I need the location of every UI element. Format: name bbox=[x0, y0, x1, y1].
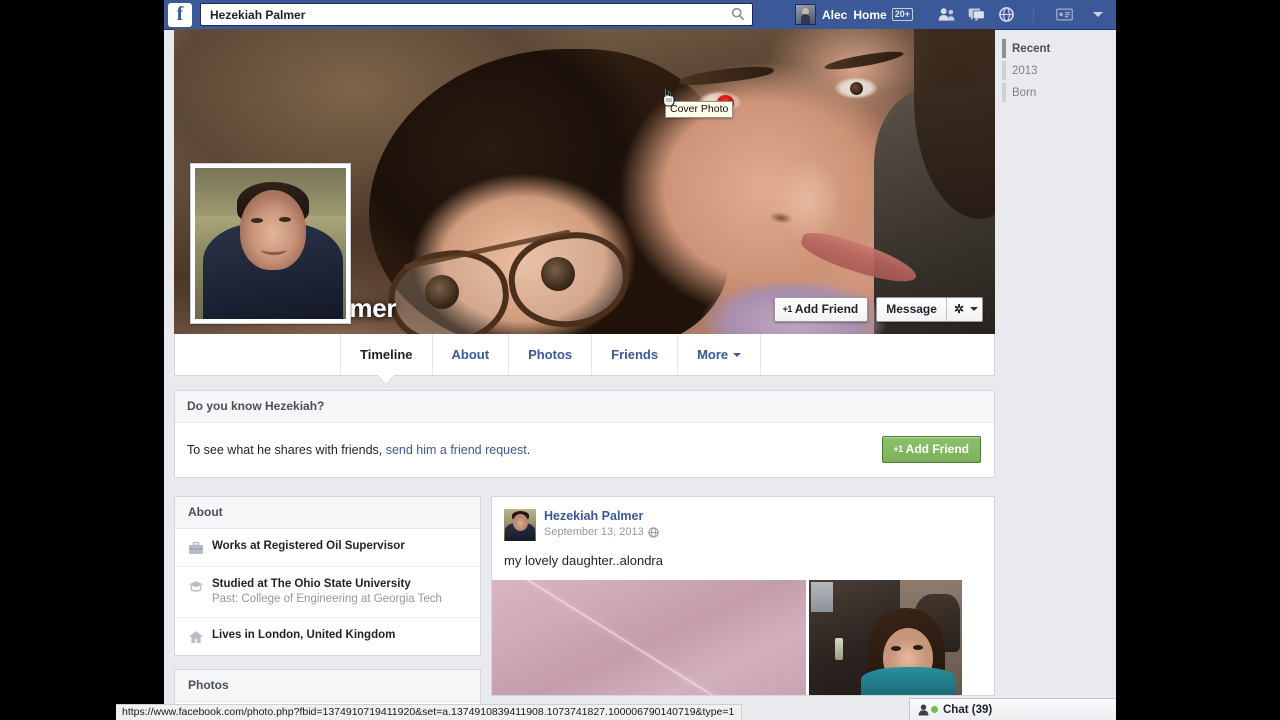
add-friend-label: Add Friend bbox=[794, 302, 859, 316]
account-settings-icon[interactable] bbox=[1056, 7, 1073, 22]
tab-about-label: About bbox=[451, 347, 490, 362]
photos-card: Photos bbox=[174, 669, 481, 720]
timeline-nav-born-label: Born bbox=[1012, 87, 1037, 99]
messages-icon[interactable] bbox=[968, 7, 985, 22]
gear-icon: ✲ bbox=[953, 302, 964, 316]
graduation-icon bbox=[189, 581, 203, 592]
do-you-know-header: Do you know Hezekiah? bbox=[175, 391, 994, 423]
cover-action-buttons: +1 Add Friend Message ✲ bbox=[773, 297, 983, 322]
about-row-location[interactable]: Lives in London, United Kingdom bbox=[175, 618, 480, 655]
chat-label: Chat (39) bbox=[943, 703, 993, 716]
topbar-divider bbox=[1032, 6, 1034, 23]
do-you-know-text: To see what he shares with friends, send… bbox=[187, 443, 530, 457]
tab-about[interactable]: About bbox=[433, 334, 510, 375]
post-meta: September 13, 2013 bbox=[544, 526, 659, 538]
about-location-text: Lives in London, United Kingdom bbox=[212, 628, 395, 643]
post-author-block: Hezekiah Palmer September 13, 2013 bbox=[544, 509, 659, 541]
message-button[interactable]: Message bbox=[877, 298, 946, 321]
post-date[interactable]: September 13, 2013 bbox=[544, 526, 644, 538]
timeline-nav-born[interactable]: Born bbox=[1002, 82, 1102, 104]
about-row-work[interactable]: Works at Registered Oil Supervisor bbox=[175, 529, 480, 567]
tab-photos[interactable]: Photos bbox=[509, 334, 593, 375]
about-education-sub: Past: College of Engineering at Georgia … bbox=[212, 593, 442, 605]
add-friend-button-card[interactable]: +1 Add Friend bbox=[882, 436, 981, 463]
facebook-top-bar: f Alec Home 20+ bbox=[164, 0, 1116, 30]
browser-viewport: f Alec Home 20+ bbox=[164, 0, 1116, 720]
timeline-nav-bar bbox=[1002, 61, 1006, 80]
profile-picture-image bbox=[195, 168, 346, 319]
message-button-group: Message ✲ bbox=[876, 297, 983, 322]
globe-public-icon[interactable] bbox=[648, 526, 659, 538]
tab-more-label: More bbox=[697, 347, 729, 362]
post-header: Hezekiah Palmer September 13, 2013 bbox=[492, 497, 994, 541]
about-work-main: Works at Registered Oil Supervisor bbox=[212, 540, 405, 552]
post-photo-2[interactable] bbox=[809, 580, 962, 695]
tabbar-spacer bbox=[175, 334, 340, 375]
about-card-header: About bbox=[175, 497, 480, 529]
profile-picture[interactable] bbox=[190, 163, 351, 324]
timeline-nav-recent-label: Recent bbox=[1012, 43, 1051, 55]
settings-dropdown-button[interactable]: ✲ bbox=[947, 298, 982, 321]
chat-online-indicator bbox=[931, 706, 938, 713]
about-education-main: Studied at The Ohio State University bbox=[212, 578, 411, 590]
tab-timeline[interactable]: Timeline bbox=[340, 334, 433, 375]
avatar[interactable] bbox=[795, 4, 816, 25]
about-education-text: Studied at The Ohio State University Pas… bbox=[212, 577, 442, 607]
timeline-post: Hezekiah Palmer September 13, 2013 my lo… bbox=[491, 496, 995, 696]
dropdown-caret-icon[interactable] bbox=[1092, 12, 1103, 17]
left-column: About Works at Registered Oil Supervisor bbox=[174, 496, 481, 720]
mouse-cursor-pointer-icon bbox=[663, 87, 675, 107]
topbar-right-group: Alec Home 20+ bbox=[795, 4, 1103, 25]
tab-photos-label: Photos bbox=[528, 347, 573, 362]
tab-timeline-label: Timeline bbox=[360, 347, 413, 362]
timeline-nav-recent[interactable]: Recent bbox=[1002, 38, 1102, 60]
post-author-name[interactable]: Hezekiah Palmer bbox=[544, 509, 659, 524]
chevron-down-icon bbox=[970, 307, 978, 311]
about-row-education[interactable]: Studied at The Ohio State University Pas… bbox=[175, 567, 480, 618]
post-message: my lovely daughter..alondra bbox=[504, 553, 663, 568]
do-you-know-card: Do you know Hezekiah? To see what he sha… bbox=[174, 390, 995, 478]
notification-badge: 20+ bbox=[891, 7, 913, 21]
topbar-home-link[interactable]: Home 20+ bbox=[853, 7, 913, 22]
do-you-know-text-before: To see what he shares with friends, bbox=[187, 442, 386, 457]
search-box[interactable] bbox=[200, 3, 753, 26]
chat-person-icon bbox=[918, 704, 929, 715]
search-input[interactable] bbox=[208, 5, 722, 24]
timeline-nav-2013-label: 2013 bbox=[1012, 65, 1038, 77]
add-friend-button[interactable]: +1 Add Friend bbox=[773, 297, 869, 322]
timeline-nav-2013[interactable]: 2013 bbox=[1002, 60, 1102, 82]
facebook-logo-icon[interactable]: f bbox=[168, 2, 192, 27]
timeline-year-nav: Recent 2013 Born bbox=[1002, 38, 1102, 104]
post-photo-grid bbox=[492, 580, 994, 695]
home-label: Home bbox=[853, 7, 887, 22]
search-icon[interactable] bbox=[731, 7, 745, 21]
add-friend-plus-icon: +1 bbox=[782, 304, 793, 314]
about-card: About Works at Registered Oil Supervisor bbox=[174, 496, 481, 656]
notifications-globe-icon[interactable] bbox=[998, 7, 1015, 22]
timeline-nav-bar bbox=[1002, 39, 1006, 58]
about-work-text: Works at Registered Oil Supervisor bbox=[212, 539, 405, 554]
do-you-know-body: To see what he shares with friends, send… bbox=[175, 423, 994, 477]
topbar-icon-group bbox=[938, 6, 1103, 23]
topbar-profile-name[interactable]: Alec bbox=[822, 8, 847, 22]
timeline-nav-bar bbox=[1002, 83, 1006, 102]
chevron-down-icon bbox=[733, 352, 742, 357]
profile-tab-bar: Timeline About Photos Friends More bbox=[174, 334, 995, 376]
tab-friends[interactable]: Friends bbox=[592, 334, 679, 375]
friend-requests-icon[interactable] bbox=[938, 7, 955, 22]
post-author-avatar[interactable] bbox=[504, 509, 536, 541]
briefcase-icon bbox=[189, 541, 203, 554]
post-photo-1[interactable] bbox=[492, 580, 806, 695]
tab-more[interactable]: More bbox=[678, 334, 762, 375]
home-icon bbox=[189, 631, 203, 643]
tab-friends-label: Friends bbox=[611, 347, 659, 362]
chat-bar[interactable]: Chat (39) bbox=[909, 698, 1116, 720]
add-friend-label: Add Friend bbox=[905, 442, 969, 456]
photos-card-header: Photos bbox=[175, 670, 480, 702]
screen: f Alec Home 20+ bbox=[0, 0, 1280, 720]
send-friend-request-link[interactable]: send him a friend request bbox=[386, 443, 527, 457]
add-friend-plus-icon: +1 bbox=[893, 444, 903, 454]
do-you-know-text-after: . bbox=[526, 442, 531, 457]
about-location-main: Lives in London, United Kingdom bbox=[212, 629, 396, 641]
